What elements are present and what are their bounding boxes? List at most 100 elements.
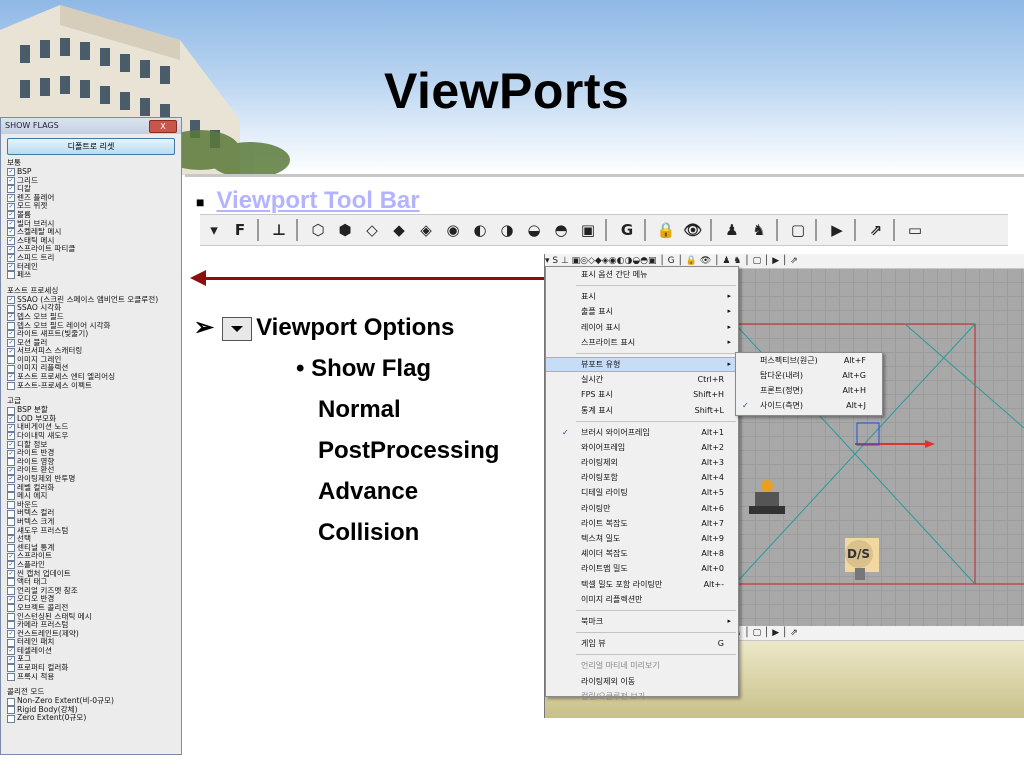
shader-complexity-icon[interactable]: ◒ — [522, 218, 546, 242]
menu-item[interactable]: 표시 옵션 간단 메뉴 — [546, 267, 738, 282]
brush-wireframe-icon[interactable]: ⬡ — [306, 218, 330, 242]
checkbox-unchecked-icon[interactable] — [7, 714, 15, 723]
menu-item[interactable]: 출플 표시 ▸ — [546, 304, 738, 319]
menu-item[interactable]: 뷰포트 유형 ▸ — [546, 356, 738, 373]
lock-viewport-icon[interactable]: ⊥ — [267, 218, 291, 242]
link-viewport-icon[interactable]: ⇗ — [864, 218, 888, 242]
checkbox-unchecked-icon[interactable] — [7, 406, 15, 415]
show-flag-row[interactable]: 페쓰 — [7, 271, 181, 280]
show-flag-row[interactable]: 섀도우 프러스텀 — [7, 526, 181, 536]
wireframe-icon[interactable]: ⬢ — [333, 218, 357, 242]
menu-item[interactable]: 라이트 복잡도 Alt+7 — [546, 516, 738, 531]
checkbox-checked-icon[interactable]: ✓ — [7, 423, 15, 432]
checkbox-unchecked-icon[interactable] — [7, 271, 15, 280]
lit-icon[interactable]: ◆ — [387, 218, 411, 242]
checkbox-unchecked-icon[interactable] — [7, 664, 15, 673]
menu-item[interactable]: 와이어프레임 Alt+2 — [546, 440, 738, 455]
lightmap-density-icon[interactable]: ◓ — [549, 218, 573, 242]
checkbox-checked-icon[interactable]: ✓ — [7, 569, 15, 578]
checkbox-checked-icon[interactable]: ✓ — [7, 194, 15, 203]
checkbox-checked-icon[interactable]: ✓ — [7, 245, 15, 254]
menu-item[interactable]: 라이팅포함 Alt+4 — [546, 470, 738, 485]
checkbox-checked-icon[interactable]: ✓ — [7, 535, 15, 544]
toolbar-heading-link[interactable]: Viewport Tool Bar — [216, 187, 419, 214]
submenu-item[interactable]: ✓ 사이드(측면) Alt+J — [736, 398, 882, 413]
checkbox-checked-icon[interactable]: ✓ — [7, 373, 15, 382]
menu-item[interactable]: 이미지 리플렉션만 — [546, 592, 738, 607]
checkbox-checked-icon[interactable]: ✓ — [7, 262, 15, 271]
menu-item[interactable]: 스프라이트 표시 ▸ — [546, 335, 738, 350]
submenu-item[interactable]: 탑다운(내려) Alt+G — [736, 368, 882, 383]
lighting-only-icon[interactable]: ◉ — [441, 218, 465, 242]
viewport-options-dropdown-icon[interactable]: ▾ — [203, 218, 225, 242]
checkbox-unchecked-icon[interactable] — [7, 492, 15, 501]
show-flag-row[interactable]: Zero Extent(0규모) — [7, 714, 181, 723]
checkbox-unchecked-icon[interactable] — [7, 458, 15, 467]
menu-item[interactable]: 텍스쳐 밀도 Alt+9 — [546, 531, 738, 546]
checkbox-checked-icon[interactable]: ✓ — [7, 475, 15, 484]
checkbox-unchecked-icon[interactable] — [7, 356, 15, 365]
checkbox-unchecked-icon[interactable] — [7, 612, 15, 621]
checkbox-unchecked-icon[interactable] — [7, 483, 15, 492]
checkbox-unchecked-icon[interactable] — [7, 706, 15, 715]
checkbox-checked-icon[interactable]: ✓ — [7, 330, 15, 339]
menu-item[interactable]: 라이팅만 Alt+6 — [546, 501, 738, 516]
checkbox-unchecked-icon[interactable] — [7, 638, 15, 647]
menu-item[interactable]: 게임 뷰 G — [546, 636, 738, 651]
menu-item[interactable]: 디테일 라이팅 Alt+5 — [546, 485, 738, 500]
checkbox-unchecked-icon[interactable] — [7, 321, 15, 330]
checkbox-checked-icon[interactable]: ✓ — [7, 415, 15, 424]
show-flag-row[interactable]: ✓ 터레인 — [7, 262, 181, 272]
show-flag-row[interactable]: ✓ 그리드 — [7, 176, 181, 186]
f-button-icon[interactable]: F — [228, 218, 252, 242]
menu-item[interactable]: 실시간 Ctrl+R — [546, 372, 738, 387]
checkbox-unchecked-icon[interactable] — [7, 587, 15, 596]
checkbox-checked-icon[interactable]: ✓ — [7, 211, 15, 220]
menu-item[interactable]: 라이팅제외 이동 — [546, 674, 738, 689]
checkbox-unchecked-icon[interactable] — [7, 501, 15, 510]
checkbox-checked-icon[interactable]: ✓ — [7, 561, 15, 570]
checkbox-unchecked-icon[interactable] — [7, 578, 15, 587]
checkbox-unchecked-icon[interactable] — [7, 518, 15, 527]
checkbox-unchecked-icon[interactable] — [7, 672, 15, 681]
checkbox-checked-icon[interactable]: ✓ — [7, 432, 15, 441]
show-flag-row[interactable]: ✓ 테셀레이션 — [7, 646, 181, 656]
checkbox-checked-icon[interactable]: ✓ — [7, 347, 15, 356]
play-in-viewport-icon[interactable]: ▶ — [825, 218, 849, 242]
checkbox-checked-icon[interactable]: ✓ — [7, 219, 15, 228]
menu-item[interactable]: 텍셀 밀도 포함 라이팅만 Alt+- — [546, 577, 738, 592]
checkbox-checked-icon[interactable]: ✓ — [7, 338, 15, 347]
reset-defaults-button[interactable]: 디폴트로 리셋 — [7, 138, 175, 155]
window-button-icon[interactable]: ▭ — [903, 218, 927, 242]
actor-visible-icon[interactable]: ♟ — [720, 218, 744, 242]
show-flag-row[interactable]: ✓ 모드 위젯 — [7, 202, 181, 211]
checkbox-unchecked-icon[interactable] — [7, 544, 15, 553]
light-complexity-icon[interactable]: ◐ — [468, 218, 492, 242]
menu-item[interactable]: 레이어 표시 ▸ — [546, 320, 738, 335]
menu-item[interactable]: 셰이더 복잡도 Alt+8 — [546, 546, 738, 561]
checkbox-checked-icon[interactable]: ✓ — [7, 466, 15, 475]
checkbox-checked-icon[interactable]: ✓ — [7, 647, 15, 656]
checkbox-checked-icon[interactable]: ✓ — [7, 449, 15, 458]
menu-item[interactable]: ✓ 브러시 와이어프레임 Alt+1 — [546, 425, 738, 440]
checkbox-unchecked-icon[interactable] — [7, 697, 15, 706]
actor-hidden-icon[interactable]: ♞ — [747, 218, 771, 242]
reflections-icon[interactable]: ▣ — [576, 218, 600, 242]
menu-item[interactable]: 라이트맵 밀도 Alt+0 — [546, 561, 738, 576]
checkbox-checked-icon[interactable]: ✓ — [7, 595, 15, 604]
realtime-preview-icon[interactable]: 👁 — [681, 218, 705, 242]
checkbox-unchecked-icon[interactable] — [7, 526, 15, 535]
checkbox-checked-icon[interactable]: ✓ — [7, 552, 15, 561]
checkbox-checked-icon[interactable]: ✓ — [7, 237, 15, 246]
checkbox-checked-icon[interactable]: ✓ — [7, 629, 15, 638]
checkbox-checked-icon[interactable]: ✓ — [7, 202, 15, 211]
unlit-icon[interactable]: ◇ — [360, 218, 384, 242]
checkbox-unchecked-icon[interactable] — [7, 621, 15, 630]
submenu-item[interactable]: 프론트(정면) Alt+H — [736, 383, 882, 398]
checkbox-checked-icon[interactable]: ✓ — [7, 655, 15, 664]
menu-item[interactable]: FPS 표시 Shift+H — [546, 387, 738, 402]
checkbox-checked-icon[interactable]: ✓ — [7, 228, 15, 237]
menu-item[interactable]: 북마크 ▸ — [546, 614, 738, 629]
close-button[interactable]: X — [149, 120, 177, 133]
menu-item[interactable]: 라이팅제외 Alt+3 — [546, 455, 738, 470]
